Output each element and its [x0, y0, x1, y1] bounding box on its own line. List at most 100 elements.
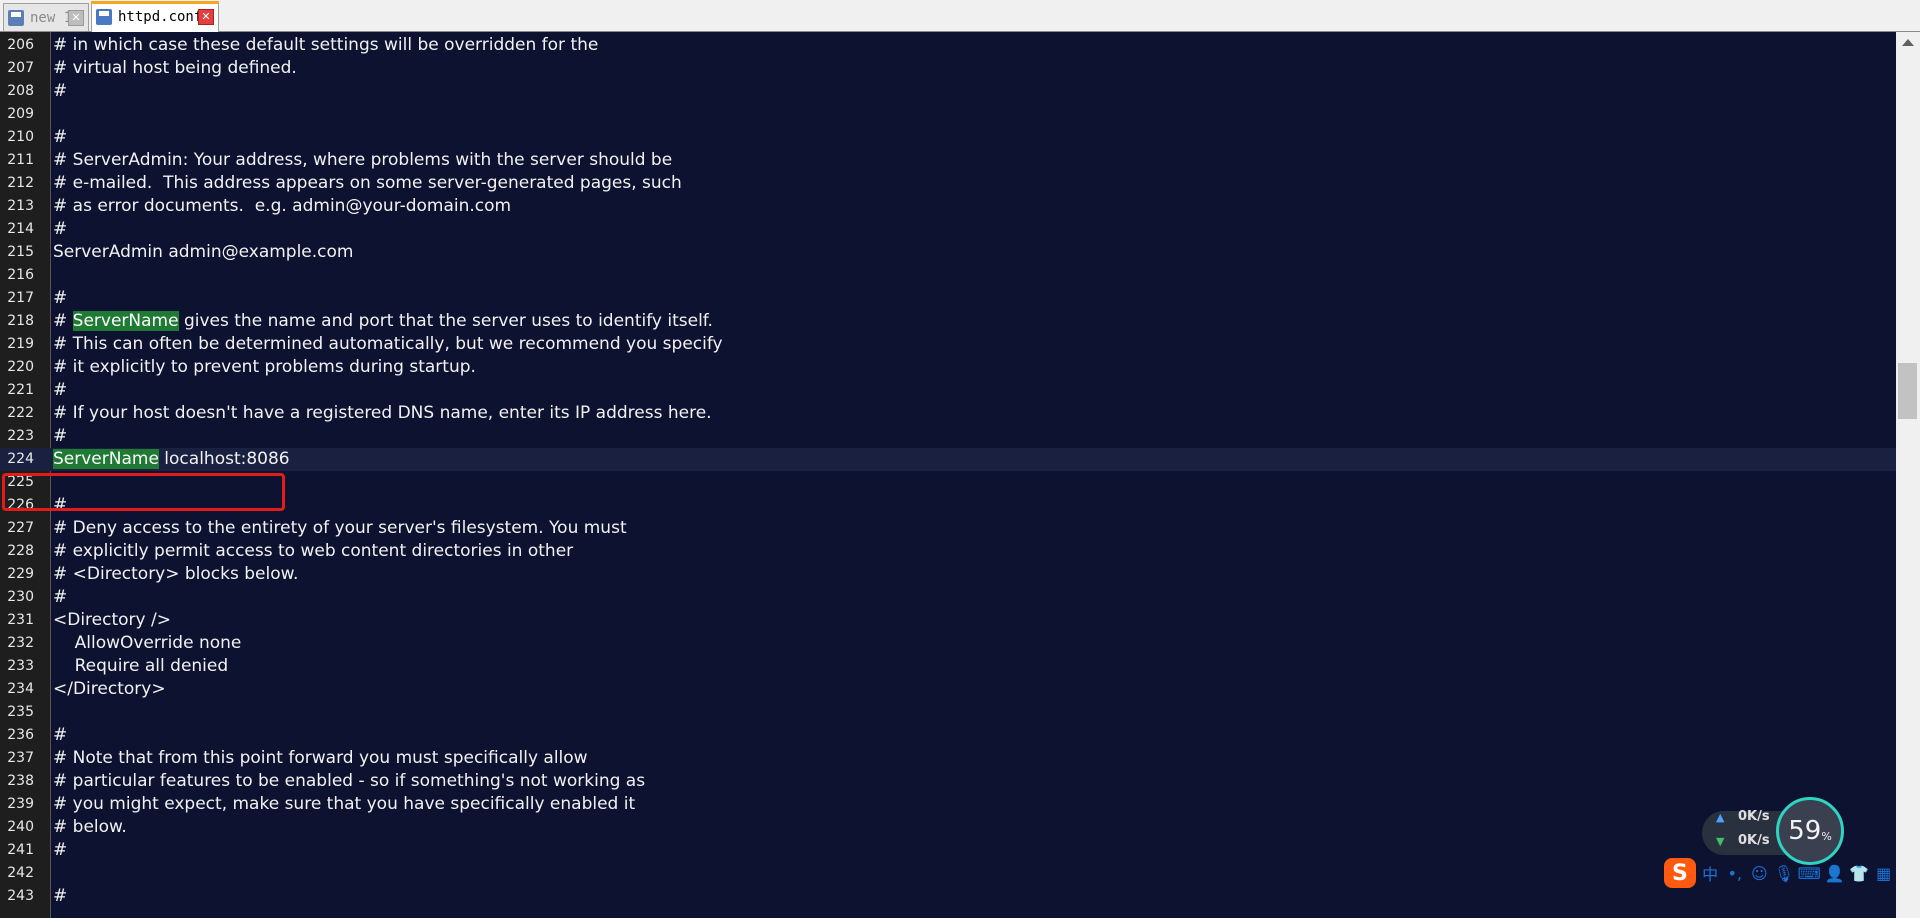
- code-line[interactable]: 210 #: [0, 126, 1896, 149]
- cpu-gauge[interactable]: 59%: [1776, 797, 1844, 865]
- line-text: # below.: [53, 816, 127, 839]
- line-number: 215: [7, 244, 34, 260]
- search-match-highlight: ServerName: [53, 449, 159, 469]
- network-speed-widget[interactable]: ▲ 0K/s ▼ 0K/s 59%: [1702, 797, 1844, 865]
- code-line[interactable]: 220 # it explicitly to prevent problems d…: [0, 356, 1896, 379]
- line-text: ServerAdmin admin@example.com: [53, 241, 353, 264]
- code-line[interactable]: 232 AllowOverride none: [0, 632, 1896, 655]
- ime-logo-icon[interactable]: S: [1664, 858, 1696, 888]
- line-number: 213: [7, 198, 34, 214]
- line-text: #: [53, 379, 67, 402]
- code-line[interactable]: 227 # Deny access to the entirety of your…: [0, 517, 1896, 540]
- code-text: #: [53, 288, 68, 308]
- line-text: #: [53, 80, 67, 103]
- code-text: # e-mailed. This address appears on some…: [53, 173, 682, 193]
- code-line[interactable]: 223 #: [0, 425, 1896, 448]
- line-text: # e-mailed. This address appears on some…: [53, 172, 682, 195]
- vertical-scrollbar[interactable]: [1896, 32, 1920, 918]
- line-text: </Directory>: [53, 678, 166, 701]
- code-line[interactable]: 221 #: [0, 379, 1896, 402]
- microphone-icon[interactable]: 🎙: [1774, 862, 1795, 884]
- download-arrow-icon: ▼: [1716, 835, 1725, 848]
- code-line[interactable]: 237 # Note that from this point forward y…: [0, 747, 1896, 770]
- code-line[interactable]: 208 #: [0, 80, 1896, 103]
- code-line[interactable]: 238 # particular features to be enabled -…: [0, 770, 1896, 793]
- percent-sign: %: [1821, 829, 1832, 843]
- code-text: # explicitly permit access to web conten…: [53, 541, 574, 561]
- code-text: #: [53, 840, 68, 860]
- line-number: 231: [7, 612, 34, 628]
- code-text: # virtual host being defined.: [53, 58, 297, 78]
- code-text: # in which case these default settings w…: [53, 35, 599, 55]
- code-text: # as error documents. e.g. admin@your-do…: [53, 196, 512, 216]
- grid-icon[interactable]: ▦: [1873, 862, 1894, 884]
- code-editor[interactable]: 206 # in which case these default setting…: [0, 32, 1896, 918]
- code-text: #: [53, 725, 68, 745]
- code-line[interactable]: 206 # in which case these default setting…: [0, 34, 1896, 57]
- upload-arrow-icon: ▲: [1716, 811, 1725, 824]
- code-line[interactable]: 236 #: [0, 724, 1896, 747]
- code-text: # it explicitly to prevent problems duri…: [53, 357, 476, 377]
- line-text: # explicitly permit access to web conten…: [53, 540, 573, 563]
- scrollbar-thumb[interactable]: [1898, 363, 1917, 419]
- smiley-icon[interactable]: ☺: [1749, 862, 1770, 884]
- tab-label: httpd.conf: [118, 9, 198, 25]
- code-line[interactable]: 243 #: [0, 885, 1896, 908]
- code-line[interactable]: 239 # you might expect, make sure that yo…: [0, 793, 1896, 816]
- line-number: 221: [7, 382, 34, 398]
- code-line[interactable]: 211 # ServerAdmin: Your address, where pr…: [0, 149, 1896, 172]
- ime-mode-toggle[interactable]: 中: [1700, 862, 1721, 884]
- code-text: #: [53, 587, 68, 607]
- code-line[interactable]: 242: [0, 862, 1896, 885]
- code-line[interactable]: 207 # virtual host being defined.: [0, 57, 1896, 80]
- code-lines: 206 # in which case these default setting…: [0, 34, 1896, 908]
- line-number: 223: [7, 428, 34, 444]
- code-line[interactable]: 218 # ServerName gives the name and port …: [0, 310, 1896, 333]
- ime-toolbar: S 中 •, ☺ 🎙 ⌨ 👤 👕 ▦: [1664, 856, 1894, 890]
- code-line[interactable]: 231 <Directory />: [0, 609, 1896, 632]
- line-text: #: [53, 885, 67, 908]
- line-text: # Deny access to the entirety of your se…: [53, 517, 627, 540]
- line-text: #: [53, 126, 67, 149]
- code-line[interactable]: 240 # below.: [0, 816, 1896, 839]
- code-line[interactable]: 217 #: [0, 287, 1896, 310]
- line-number: 241: [7, 842, 34, 858]
- code-text: #: [53, 311, 73, 331]
- line-text: # particular features to be enabled - so…: [53, 770, 645, 793]
- code-line[interactable]: 229 # <Directory> blocks below.: [0, 563, 1896, 586]
- close-icon[interactable]: ✕: [68, 9, 84, 26]
- punctuation-toggle[interactable]: •,: [1724, 862, 1745, 884]
- code-line[interactable]: 213 # as error documents. e.g. admin@your…: [0, 195, 1896, 218]
- code-line[interactable]: 234 </Directory>: [0, 678, 1896, 701]
- scroll-up-arrow-icon[interactable]: [1902, 39, 1914, 46]
- code-line[interactable]: 235: [0, 701, 1896, 724]
- code-line[interactable]: 224 ServerName localhost:8086: [0, 448, 1896, 471]
- tab-new-1[interactable]: new 1 ✕: [3, 3, 89, 31]
- code-text: # particular features to be enabled - so…: [53, 771, 646, 791]
- code-line[interactable]: 222 # If your host doesn't have a registe…: [0, 402, 1896, 425]
- tab-httpd-conf[interactable]: httpd.conf ✕: [91, 1, 219, 32]
- code-text: # This can often be determined automatic…: [53, 334, 723, 354]
- keyboard-icon[interactable]: ⌨: [1798, 862, 1821, 884]
- line-number: 214: [7, 221, 34, 237]
- code-line[interactable]: 212 # e-mailed. This address appears on s…: [0, 172, 1896, 195]
- code-line[interactable]: 233 Require all denied: [0, 655, 1896, 678]
- code-line[interactable]: 241 #: [0, 839, 1896, 862]
- shirt-icon[interactable]: 👕: [1849, 862, 1870, 884]
- line-number: 211: [7, 152, 34, 168]
- code-line[interactable]: 228 # explicitly permit access to web con…: [0, 540, 1896, 563]
- code-line[interactable]: 215 ServerAdmin admin@example.com: [0, 241, 1896, 264]
- user-icon[interactable]: 👤: [1824, 862, 1845, 884]
- code-text: #: [53, 886, 68, 906]
- code-line[interactable]: 219 # This can often be determined automa…: [0, 333, 1896, 356]
- code-line[interactable]: 216: [0, 264, 1896, 287]
- code-line[interactable]: 209: [0, 103, 1896, 126]
- line-text: # you might expect, make sure that you h…: [53, 793, 635, 816]
- code-line[interactable]: 214 #: [0, 218, 1896, 241]
- line-text: # as error documents. e.g. admin@your-do…: [53, 195, 511, 218]
- code-line[interactable]: 230 #: [0, 586, 1896, 609]
- line-number: 229: [7, 566, 34, 582]
- line-text: # ServerAdmin: Your address, where probl…: [53, 149, 672, 172]
- save-state-icon: [96, 9, 112, 25]
- close-icon[interactable]: ✕: [198, 9, 214, 25]
